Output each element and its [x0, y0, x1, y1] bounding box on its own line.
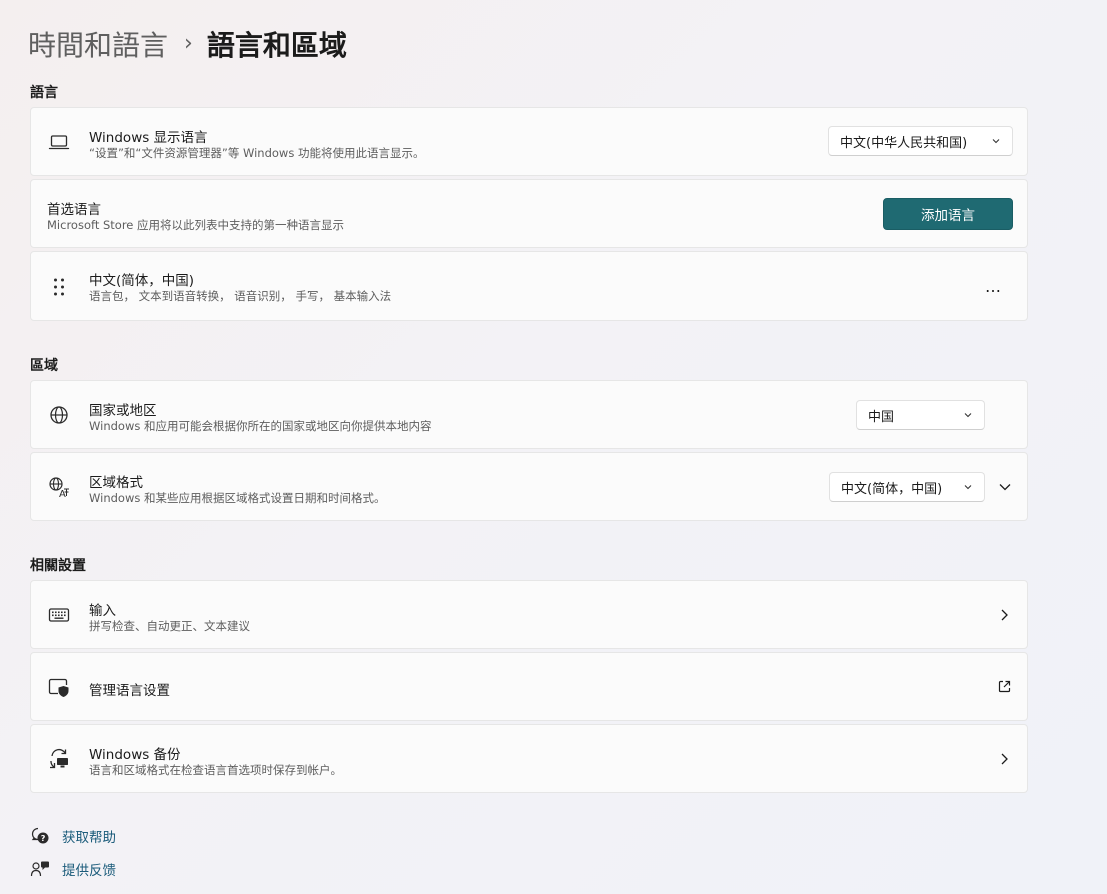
- more-options-button[interactable]: …: [981, 274, 1005, 298]
- country-subtitle: Windows 和应用可能会根据你所在的国家或地区向你提供本地内容: [89, 419, 432, 433]
- chevron-down-icon: [992, 139, 1000, 144]
- typing-card[interactable]: 输入 拼写检查、自动更正、文本建议: [30, 580, 1028, 649]
- backup-title: Windows 备份: [89, 747, 181, 763]
- display-language-selected: 中文(中华人民共和国): [840, 135, 968, 151]
- country-dropdown[interactable]: 中国: [856, 400, 985, 430]
- chevron-right-icon: [1001, 609, 1008, 621]
- breadcrumb-separator: ›: [184, 30, 193, 56]
- display-language-title: Windows 显示语言: [89, 130, 208, 146]
- regional-format-selected: 中文(简体，中国): [841, 481, 943, 497]
- section-title-language: 語言: [30, 85, 58, 101]
- regional-format-subtitle: Windows 和某些应用根据区域格式设置日期和时间格式。: [89, 491, 386, 505]
- regional-format-dropdown[interactable]: 中文(简体，中国): [829, 472, 985, 502]
- country-selected: 中国: [868, 409, 895, 425]
- globe-icon: [50, 406, 68, 424]
- display-language-dropdown[interactable]: 中文(中华人民共和国): [828, 126, 1013, 156]
- country-card: 国家或地区 Windows 和应用可能会根据你所在的国家或地区向你提供本地内容 …: [30, 380, 1028, 449]
- display-language-card: Windows 显示语言 “设置”和“文件资源管理器”等 Windows 功能将…: [30, 107, 1028, 176]
- country-title: 国家或地区: [89, 403, 157, 419]
- svg-text:?: ?: [41, 834, 46, 843]
- regional-format-icon: A: [49, 477, 69, 498]
- add-language-button[interactable]: 添加语言: [883, 198, 1013, 230]
- regional-format-title: 区域格式: [89, 475, 143, 491]
- language-item-title: 中文(简体，中国): [89, 273, 195, 289]
- external-link-icon: [998, 680, 1011, 693]
- get-help-link[interactable]: ? 获取帮助: [30, 826, 116, 846]
- chevron-down-icon: [999, 484, 1011, 491]
- admin-language-card[interactable]: 管理语言设置: [30, 652, 1028, 721]
- chevron-right-icon: [1001, 753, 1008, 765]
- sync-backup-icon: [50, 748, 68, 769]
- shield-window-icon: [48, 678, 69, 697]
- keyboard-icon: [48, 608, 70, 622]
- chevron-down-icon: [964, 485, 972, 490]
- laptop-icon: [48, 135, 70, 150]
- section-title-region: 區域: [30, 358, 58, 374]
- backup-subtitle: 语言和区域格式在检查语言首选项时保存到帐户。: [89, 763, 342, 777]
- chevron-down-icon: [964, 413, 972, 418]
- page-title: 語言和區域: [206, 29, 347, 62]
- preferred-languages-card: 首选语言 Microsoft Store 应用将以此列表中支持的第一种语言显示 …: [30, 179, 1028, 248]
- language-item-subtitle: 语言包， 文本到语音转换， 语音识别， 手写， 基本输入法: [89, 289, 392, 303]
- feedback-icon: [30, 861, 49, 877]
- admin-language-title: 管理语言设置: [89, 683, 170, 699]
- get-help-label: 获取帮助: [62, 830, 116, 846]
- drag-handle-icon[interactable]: [48, 276, 70, 298]
- breadcrumb-parent-link[interactable]: 時間和語言: [28, 24, 168, 64]
- svg-text:A: A: [59, 489, 66, 498]
- give-feedback-label: 提供反馈: [62, 863, 116, 879]
- give-feedback-link[interactable]: 提供反馈: [30, 859, 116, 879]
- preferred-languages-title: 首选语言: [47, 202, 101, 218]
- help-chat-icon: ?: [31, 827, 49, 844]
- typing-subtitle: 拼写检查、自动更正、文本建议: [89, 619, 250, 633]
- regional-format-card[interactable]: A 区域格式 Windows 和某些应用根据区域格式设置日期和时间格式。 中文(…: [30, 452, 1028, 521]
- breadcrumb: 時間和語言 › 語言和區域: [28, 24, 347, 64]
- display-language-subtitle: “设置”和“文件资源管理器”等 Windows 功能将使用此语言显示。: [89, 146, 425, 160]
- expand-button[interactable]: [993, 475, 1017, 499]
- language-item-card[interactable]: 中文(简体，中国) 语言包， 文本到语音转换， 语音识别， 手写， 基本输入法 …: [30, 251, 1028, 321]
- section-title-related: 相關設置: [30, 558, 86, 574]
- typing-title: 输入: [89, 603, 116, 619]
- preferred-languages-subtitle: Microsoft Store 应用将以此列表中支持的第一种语言显示: [47, 218, 345, 232]
- backup-card[interactable]: Windows 备份 语言和区域格式在检查语言首选项时保存到帐户。: [30, 724, 1028, 793]
